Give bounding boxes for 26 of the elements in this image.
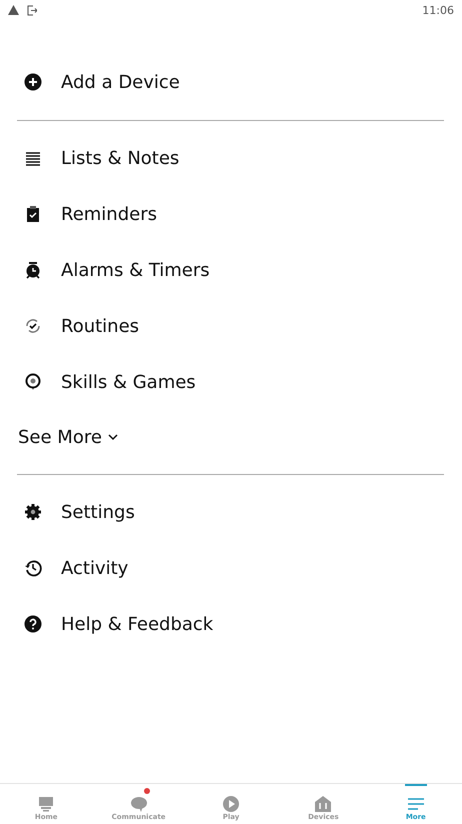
menu-item[interactable]: Alarms & Timers — [0, 242, 462, 298]
exit-icon — [27, 4, 37, 16]
clipboard-icon — [27, 206, 39, 222]
see-more-link[interactable]: See More — [0, 410, 462, 464]
settings-icon — [24, 503, 42, 521]
history-icon — [25, 560, 42, 576]
menu-item[interactable]: Help & Feedback — [0, 596, 462, 652]
menu-item[interactable]: Lists & Notes — [0, 130, 462, 186]
warning-icon — [8, 5, 19, 15]
clock-time: 11:06 — [422, 4, 454, 16]
add-icon — [24, 74, 42, 90]
menu-item[interactable]: Routines — [0, 298, 462, 354]
menu-item[interactable]: Skills & Games — [0, 354, 462, 410]
refresh-check-icon — [26, 319, 40, 333]
play-icon — [223, 796, 240, 812]
list-icon — [25, 152, 41, 166]
house-icon — [315, 796, 332, 812]
alarm-clock-icon — [26, 262, 40, 279]
menu-item[interactable]: Settings — [0, 484, 462, 540]
home-icon — [39, 797, 54, 812]
menu-item[interactable]: Reminders — [0, 186, 462, 242]
menu-item[interactable]: Add a Device — [0, 54, 462, 110]
menu-item[interactable]: Activity — [0, 540, 462, 596]
menu-icon — [407, 798, 425, 810]
help-icon — [24, 616, 42, 632]
speech-bubble-icon — [130, 797, 147, 812]
